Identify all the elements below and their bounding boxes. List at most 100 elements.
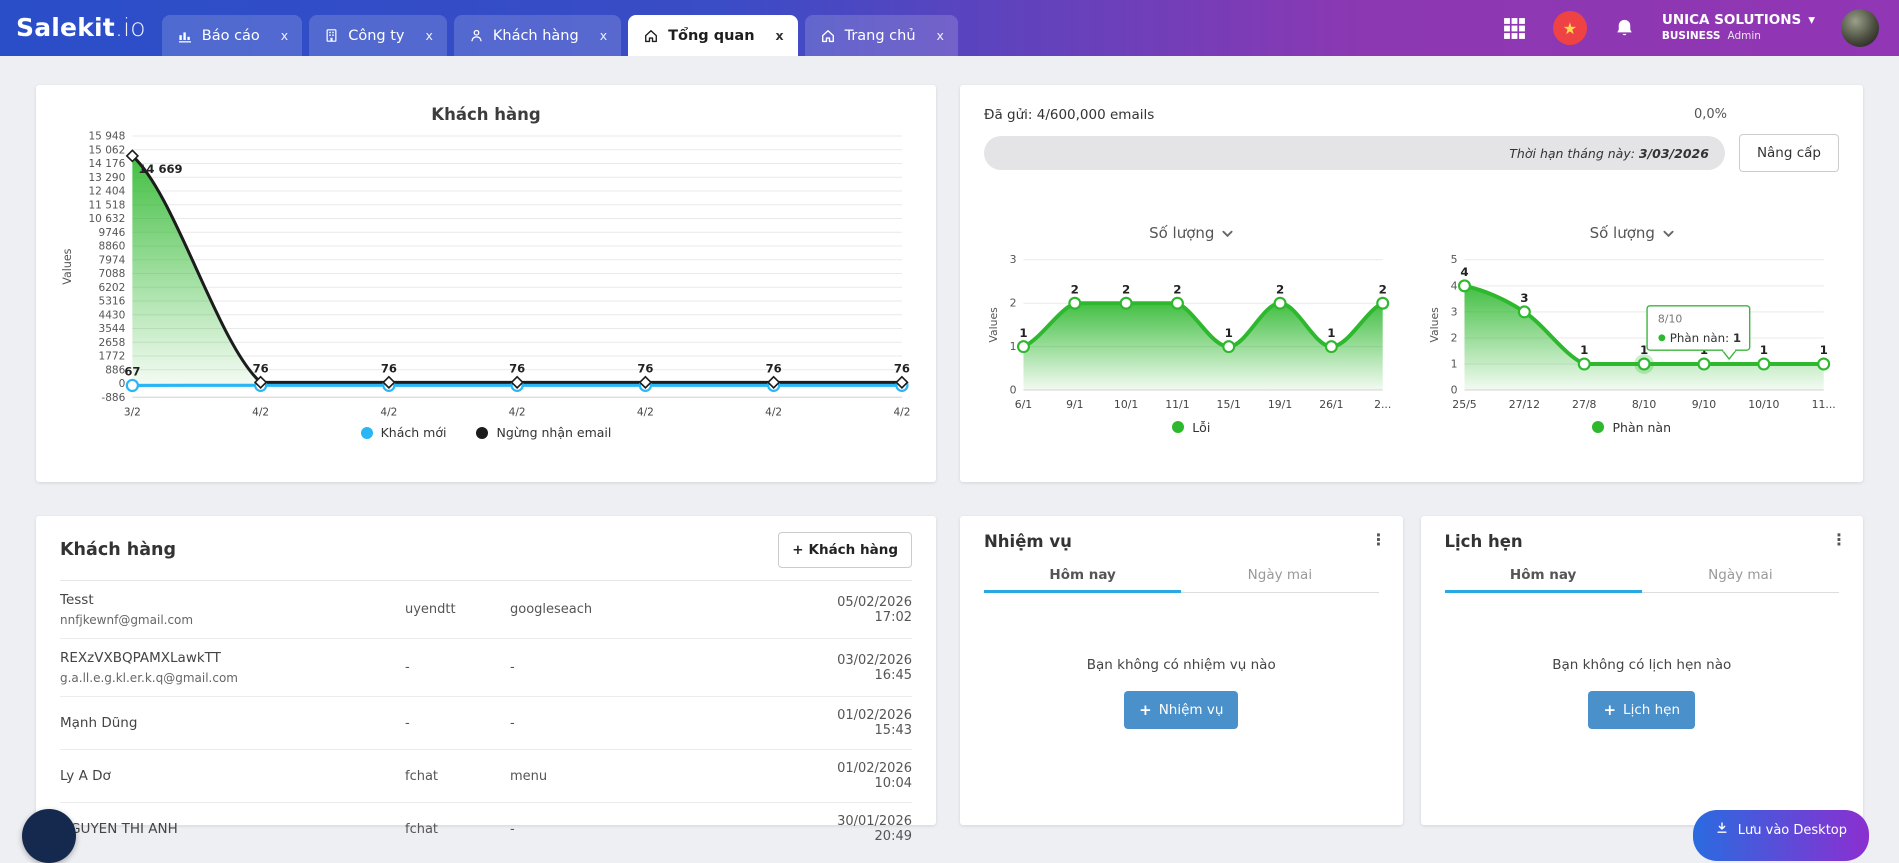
save-to-desktop-button[interactable]: Lưu vào Desktop [1693, 810, 1869, 861]
side-cards: Nhiệm vụ ⋮ Hôm nay Ngày mai Bạn không có… [960, 516, 1863, 825]
svg-text:2658: 2658 [99, 337, 126, 349]
data-point[interactable] [1223, 341, 1234, 352]
svg-text:13 290: 13 290 [88, 172, 125, 184]
user-avatar[interactable] [1841, 9, 1879, 47]
data-point[interactable] [1018, 341, 1029, 352]
mini-charts: Số lượng 01236/19/110/111/115/119/126/12… [984, 224, 1839, 435]
table-row[interactable]: Mạnh Dũng - - 01/02/2026 15:43 [60, 697, 912, 750]
tab-close-icon[interactable]: x [600, 28, 607, 43]
complaints-chart-legend: Phàn nàn [1425, 420, 1840, 435]
complaints-chart-metric-dropdown[interactable]: Số lượng [1425, 224, 1840, 242]
tab-close-icon[interactable]: x [425, 28, 432, 43]
svg-text:-886: -886 [101, 392, 125, 404]
language-flag-icon[interactable]: ★ [1553, 11, 1587, 45]
add-appointment-button[interactable]: +Lịch hẹn [1588, 691, 1695, 729]
customer-source: menu [510, 769, 810, 784]
add-task-button[interactable]: +Nhiệm vụ [1124, 691, 1238, 729]
data-point[interactable] [1698, 359, 1709, 370]
tab-close-icon[interactable]: x [776, 28, 784, 43]
svg-text:1772: 1772 [99, 351, 126, 363]
svg-text:3: 3 [1520, 291, 1528, 305]
nav-tab[interactable]: Báo cáo x [162, 15, 302, 56]
kebab-menu-icon[interactable]: ⋮ [1371, 530, 1387, 549]
svg-text:4/2: 4/2 [637, 406, 654, 418]
table-row[interactable]: Ly A Dơ fchat menu 01/02/2026 10:04 [60, 750, 912, 803]
nav-tab[interactable]: Công ty x [309, 15, 447, 56]
appointments-tab-tomorrow[interactable]: Ngày mai [1642, 567, 1839, 593]
data-point[interactable] [1121, 298, 1132, 309]
data-point[interactable] [1172, 298, 1183, 309]
svg-text:15 062: 15 062 [88, 144, 125, 156]
nav-tab[interactable]: Trang chủ x [805, 15, 958, 56]
table-row[interactable]: NGUYEN THI ANH fchat - 30/01/2026 20:49 [60, 803, 912, 855]
appointments-tab-today[interactable]: Hôm nay [1445, 567, 1642, 593]
svg-text:25/5: 25/5 [1452, 398, 1476, 411]
errors-chart-block: Số lượng 01236/19/110/111/115/119/126/12… [984, 224, 1399, 435]
tab-close-icon[interactable]: x [937, 28, 944, 43]
nav-tab[interactable]: Khách hàng x [454, 15, 621, 56]
customers-chart-title: Khách hàng [58, 105, 914, 124]
data-point[interactable] [1275, 298, 1286, 309]
nav-tab[interactable]: Tổng quan x [628, 15, 798, 56]
customer-channel: - [405, 660, 510, 675]
table-row[interactable]: Tesstnnfjkewnf@gmail.com uyendtt googles… [60, 581, 912, 639]
legend-item[interactable]: Khách mới [361, 425, 447, 440]
data-point[interactable] [127, 380, 138, 391]
kebab-menu-icon[interactable]: ⋮ [1831, 530, 1847, 549]
svg-text:2...: 2... [1374, 398, 1391, 411]
dashboard-content: Khách hàng 15 94815 06214 17613 29012 40… [0, 56, 1899, 825]
customer-name: REXzVXBQPAMXLawkTT [60, 650, 221, 666]
errors-chart-metric-dropdown[interactable]: Số lượng [984, 224, 1399, 242]
svg-text:2: 2 [1276, 282, 1284, 296]
chevron-down-icon [1222, 224, 1233, 242]
data-point[interactable] [1326, 341, 1337, 352]
data-point[interactable] [1818, 359, 1829, 370]
data-point[interactable] [1069, 298, 1080, 309]
svg-text:1: 1 [1019, 326, 1027, 340]
brand-logo[interactable]: Salekit.io [16, 0, 146, 56]
notifications-bell-icon[interactable] [1613, 17, 1636, 40]
chat-widget-button[interactable] [22, 809, 76, 863]
svg-text:14 176: 14 176 [88, 158, 125, 170]
svg-text:4430: 4430 [99, 309, 126, 321]
tasks-tab-today[interactable]: Hôm nay [984, 567, 1181, 593]
quota-deadline: Thời hạn tháng này: 3/03/2026 [1509, 146, 1709, 161]
svg-text:6/1: 6/1 [1015, 398, 1032, 411]
svg-text:1: 1 [1819, 343, 1827, 357]
svg-text:9/10: 9/10 [1691, 398, 1715, 411]
customer-source: googleseach [510, 602, 810, 617]
data-point[interactable] [1638, 359, 1649, 370]
customers-table-card: Khách hàng +Khách hàng Tesstnnfjkewnf@gm… [36, 516, 936, 825]
legend-dot-icon [361, 427, 373, 439]
svg-text:2: 2 [1379, 282, 1387, 296]
legend-item[interactable]: Lỗi [1172, 420, 1210, 435]
svg-text:15/1: 15/1 [1217, 398, 1241, 411]
svg-text:76: 76 [894, 361, 910, 375]
apps-grid-icon[interactable] [1502, 16, 1527, 41]
chart-svg: 15 94815 06214 17613 29012 40411 51810 6… [58, 126, 914, 423]
tasks-tab-tomorrow[interactable]: Ngày mai [1181, 567, 1378, 593]
account-menu[interactable]: UNICA SOLUTIONS▾ BUSINESSAdmin [1662, 12, 1815, 44]
table-row[interactable]: REXzVXBQPAMXLawkTTg.a.ll.e.g.kl.er.k.q@g… [60, 639, 912, 697]
legend-item[interactable]: Phàn nàn [1592, 420, 1671, 435]
add-customer-button[interactable]: +Khách hàng [778, 532, 912, 568]
legend-label: Khách mới [381, 425, 447, 440]
svg-text:6202: 6202 [99, 282, 126, 294]
svg-text:Phàn nàn: 1: Phàn nàn: 1 [1669, 331, 1740, 345]
data-point[interactable] [1459, 280, 1470, 291]
tab-icon [324, 28, 339, 43]
legend-item[interactable]: Ngừng nhận email [476, 425, 611, 440]
data-point[interactable] [1578, 359, 1589, 370]
svg-text:27/12: 27/12 [1508, 398, 1539, 411]
svg-text:11 518: 11 518 [88, 199, 125, 211]
data-point[interactable] [1377, 298, 1388, 309]
svg-text:4/2: 4/2 [509, 406, 526, 418]
tab-close-icon[interactable]: x [281, 28, 288, 43]
customer-datetime: 05/02/2026 17:02 [810, 595, 912, 625]
data-point[interactable] [1518, 306, 1529, 317]
svg-text:4/2: 4/2 [893, 406, 910, 418]
bottom-row: Khách hàng +Khách hàng Tesstnnfjkewnf@gm… [36, 516, 1863, 825]
tasks-card: Nhiệm vụ ⋮ Hôm nay Ngày mai Bạn không có… [960, 516, 1403, 825]
upgrade-button[interactable]: Nâng cấp [1739, 134, 1839, 172]
data-point[interactable] [1758, 359, 1769, 370]
